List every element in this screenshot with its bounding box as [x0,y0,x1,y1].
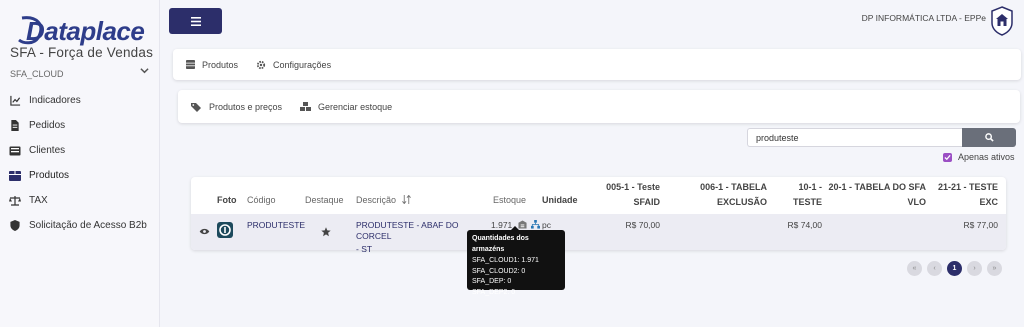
header-line: SFAID [633,197,660,207]
company-name[interactable]: DP INFORMÁTICA LTDA - EPPe [862,13,986,23]
tooltip-line: SFA_DEP: 0 [472,278,512,285]
address-card-icon [9,145,21,157]
star-icon[interactable] [321,227,331,240]
header-descricao-label: Descrição [356,195,397,205]
home-icon[interactable] [990,6,1014,36]
table-icon [186,60,195,69]
header-line: 006-1 - TABELA [700,182,767,192]
header-unidade[interactable]: Unidade [542,194,578,206]
header-line: EXC [979,197,998,207]
header-line: VLO [907,197,926,207]
tooltip-arrow [511,226,519,230]
sidebar-item-solicitacao-b2b[interactable]: Solicitação de Acesso B2b [0,213,160,238]
chart-line-icon [9,95,21,107]
header-descricao[interactable]: Descrição [356,194,411,206]
document-icon [9,120,21,132]
sitemap-icon[interactable] [531,220,541,229]
prev-page-button[interactable]: ‹ [927,261,942,276]
secondary-tabs-card: Produtos e preços Gerenciar estoque [178,90,1020,123]
header-price-list-20[interactable]: 20-1 - TABELA DO SFA VLO [822,181,926,208]
stock-icon [300,101,312,112]
price-005: R$ 70,00 [625,220,661,230]
only-active-label: Apenas ativos [958,152,1015,162]
product-code[interactable]: PRODUTESTE [247,220,305,231]
tooltip-line: SFA_CLOUD1: 1.971 [472,257,539,264]
price-21: R$ 77,00 [963,220,999,230]
sidebar: Dataplace SFA - Força de Vendas SFA_CLOU… [0,0,160,327]
chevron-down-icon[interactable] [140,66,149,78]
sidebar-item-label: Pedidos [29,120,66,131]
app-title: SFA - Força de Vendas [10,45,154,60]
first-page-button[interactable]: « [907,261,922,276]
tab-produtos[interactable]: Produtos [186,60,238,70]
sidebar-item-label: Produtos [29,170,70,181]
header-codigo[interactable]: Código [247,194,276,206]
header-foto: Foto [217,195,237,205]
price-10: R$ 74,00 [787,220,823,230]
table-row[interactable]: PRODUTESTE PRODUTESTE - ABAF DO CORCEL -… [191,214,1006,254]
sidebar-item-produtos[interactable]: Produtos [0,163,160,188]
tab-label: Produtos e preços [209,101,283,112]
sidebar-item-tax[interactable]: TAX [0,188,160,213]
sidebar-item-label: Indicadores [29,95,81,106]
sidebar-item-indicadores[interactable]: Indicadores [0,88,160,113]
sidebar-item-pedidos[interactable]: Pedidos [0,113,160,138]
search-button[interactable] [962,128,1016,147]
tab-label: Gerenciar estoque [318,101,393,112]
tab-gerenciar-estoque[interactable]: Gerenciar estoque [300,101,393,112]
tooltip-line: SFA_DEP2: 0 [472,288,516,296]
tooltip-title: Quantidades dos armazéns [472,235,529,253]
warehouse-icon[interactable] [518,220,527,229]
header-line: 005-1 - Teste [606,182,660,192]
stock-value: 1.971 [491,220,513,230]
header-price-list-10[interactable]: 10-1 - TESTE [777,181,822,208]
eye-icon[interactable] [199,227,210,238]
primary-tabs-card: Produtos Configurações [173,49,1021,80]
tags-icon [191,102,202,112]
sort-icon[interactable] [401,194,411,205]
sidebar-item-label: Clientes [29,145,66,156]
sidebar-item-clientes[interactable]: Clientes [0,138,160,163]
header-line: 21-21 - TESTE [937,182,998,192]
header-estoque[interactable]: Estoque [493,194,526,206]
product-thumbnail[interactable] [217,222,233,241]
environment-selector[interactable]: SFA_CLOUD [10,69,64,79]
only-active-toggle[interactable]: Apenas ativos [943,152,1015,162]
dataplace-logo[interactable]: Dataplace [16,14,145,46]
header-destaque[interactable]: Destaque [305,194,344,206]
header-line: TESTE [792,197,822,207]
scale-icon [9,195,21,207]
search-icon [984,133,994,142]
tooltip-line: SFA_CLOUD2: 0 [472,267,526,275]
next-page-button[interactable]: › [967,261,982,276]
header-line: EXCLUSÃO [716,197,767,207]
tab-configuracoes[interactable]: Configurações [256,60,331,70]
menu-toggle-button[interactable] [169,8,222,34]
header-price-list-006[interactable]: 006-1 - TABELA EXCLUSÃO [681,181,767,208]
tab-label: Produtos [202,59,239,70]
header-line: 20-1 - TABELA DO SFA [828,182,926,192]
shield-icon [9,220,21,232]
header-price-list-005[interactable]: 005-1 - Teste SFAID [586,181,660,208]
sidebar-item-label: TAX [29,195,48,206]
search-input[interactable] [747,128,962,147]
header-line: 10-1 - [798,182,822,192]
products-table: Foto Código Destaque Descrição Estoque U… [191,177,1006,254]
header-price-list-21[interactable]: 21-21 - TESTE EXC [926,181,998,208]
logo-text: Dataplace [26,16,145,46]
warehouse-quantities-tooltip: Quantidades dos armazéns SFA_CLOUD1: 1.9… [467,226,565,296]
tab-label: Configurações [273,59,332,70]
check-icon [944,154,951,160]
gear-icon [256,60,266,70]
pagination: « ‹ 1 › » [907,261,1007,276]
sidebar-nav: Indicadores Pedidos Clientes Produtos TA… [0,88,160,238]
only-active-checkbox[interactable] [943,152,952,162]
last-page-button[interactable]: » [987,261,1002,276]
tab-produtos-e-precos[interactable]: Produtos e preços [191,102,282,112]
hamburger-icon [190,16,201,26]
sidebar-item-label: Solicitação de Acesso B2b [29,220,147,231]
page-button-current[interactable]: 1 [947,261,962,276]
boxes-icon [9,170,21,182]
